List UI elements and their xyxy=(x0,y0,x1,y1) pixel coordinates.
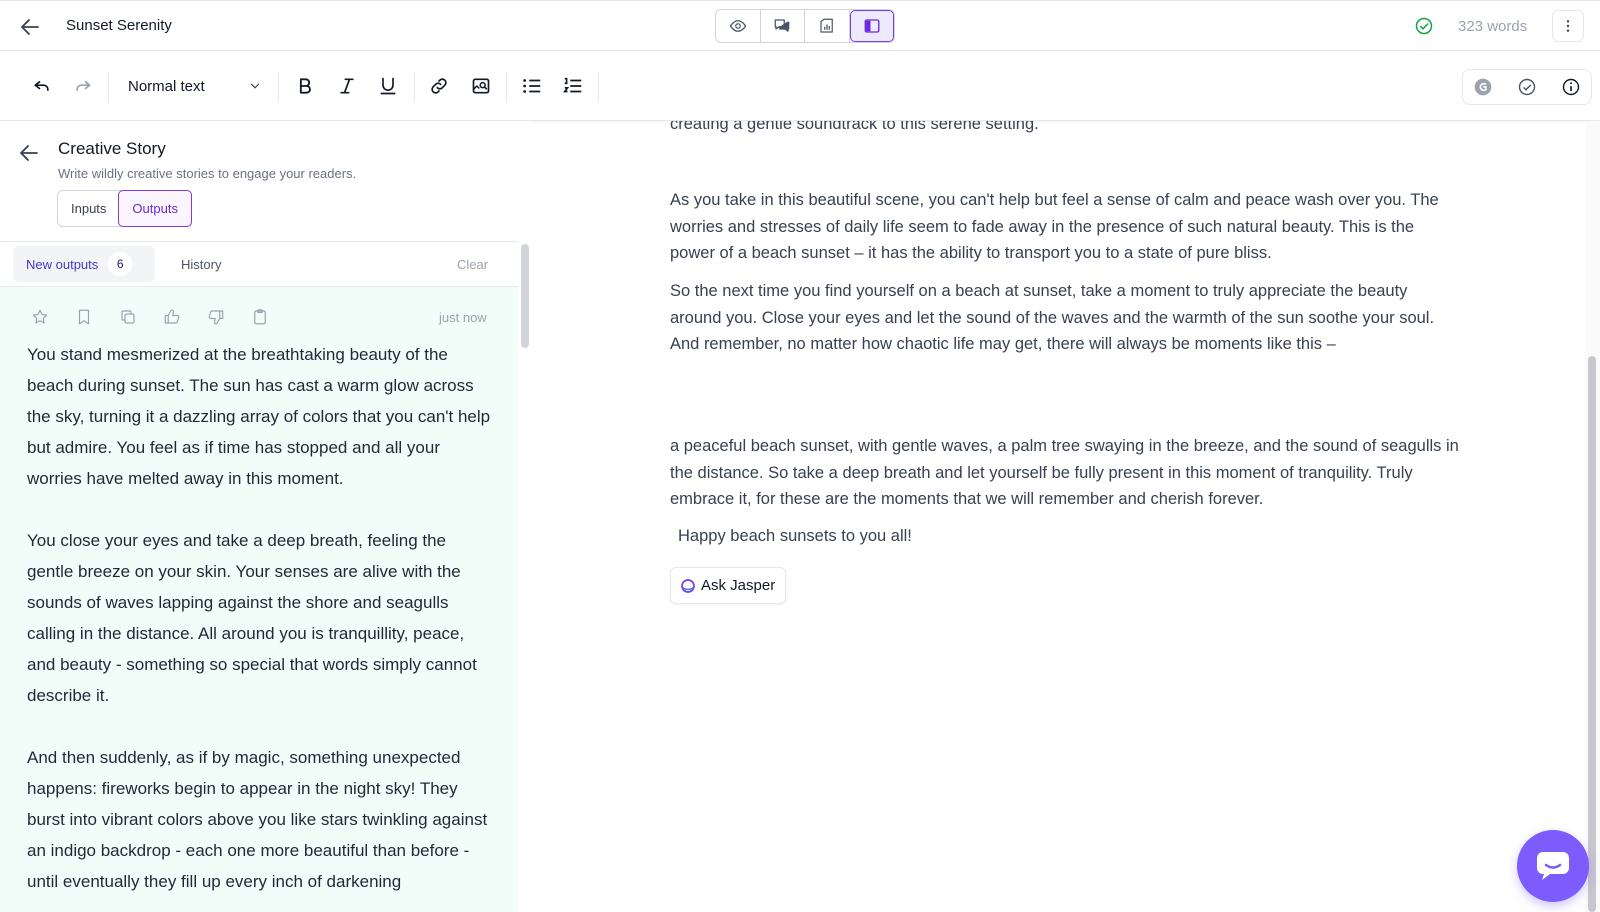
output-tabs: New outputs 6 History Clear xyxy=(0,241,518,287)
ask-jasper-button[interactable]: Ask Jasper xyxy=(670,567,787,604)
chevron-down-icon xyxy=(250,83,260,89)
tab-inputs[interactable]: Inputs xyxy=(58,191,119,226)
ask-jasper-label: Ask Jasper xyxy=(701,577,776,594)
preview-eye-icon[interactable] xyxy=(716,10,761,42)
output-paragraph: You stand mesmerized at the breathtaking… xyxy=(27,345,491,488)
chat-bubble-icon xyxy=(1537,852,1569,880)
tab-outputs[interactable]: Outputs xyxy=(118,190,192,227)
italic-icon[interactable] xyxy=(334,73,360,99)
output-paragraph: You close your eyes and take a deep brea… xyxy=(27,531,477,705)
editor-scrollbar[interactable] xyxy=(1588,356,1596,912)
clear-button[interactable]: Clear xyxy=(457,257,488,272)
underline-icon[interactable] xyxy=(375,73,401,99)
output-timestamp: just now xyxy=(439,310,487,325)
editor-paragraph: As you take in this beautiful scene, you… xyxy=(670,191,1439,262)
more-options-icon[interactable] xyxy=(1552,10,1584,42)
clipboard-icon[interactable] xyxy=(250,307,270,327)
info-icon[interactable] xyxy=(1555,71,1587,103)
star-icon[interactable] xyxy=(30,307,50,327)
editor-paragraph: So the next time you find yourself on a … xyxy=(670,282,1435,353)
thumbs-up-icon[interactable] xyxy=(162,307,182,327)
output-card: just now You stand mesmerized at the bre… xyxy=(0,287,518,912)
bold-icon[interactable] xyxy=(292,73,318,99)
output-paragraph: And then suddenly, as if by magic, somet… xyxy=(27,748,488,891)
text-style-value: Normal text xyxy=(128,77,205,95)
template-panel: Creative Story Write wildly creative sto… xyxy=(0,121,532,912)
document-title[interactable]: Sunset Serenity xyxy=(66,17,172,34)
panel-scrollbar-track xyxy=(518,121,532,912)
jasper-logo-icon xyxy=(681,578,695,593)
view-mode-group xyxy=(715,9,895,43)
editor-paragraph: creating a gentle soundtrack to this ser… xyxy=(670,121,1039,133)
panel-back-arrow-icon[interactable] xyxy=(17,141,41,165)
plagiarism-check-icon[interactable] xyxy=(1511,71,1543,103)
output-text[interactable]: You stand mesmerized at the breathtaking… xyxy=(27,339,497,912)
saved-status-check-icon xyxy=(1407,10,1441,42)
chat-bubbles-icon[interactable] xyxy=(761,10,805,42)
output-actions xyxy=(30,307,270,327)
new-outputs-label: New outputs xyxy=(26,256,99,272)
bullet-list-icon[interactable] xyxy=(519,73,545,99)
text-style-select[interactable]: Normal text xyxy=(120,71,270,101)
grammarly-icon[interactable] xyxy=(1467,71,1499,103)
chat-support-button[interactable] xyxy=(1517,830,1589,902)
editor-paragraph: a peaceful beach sunset, with gentle wav… xyxy=(670,437,1459,508)
formatting-toolbar: Normal text xyxy=(0,51,1600,121)
tab-new-outputs[interactable]: New outputs 6 xyxy=(13,246,155,282)
inputs-outputs-toggle: Inputs Outputs xyxy=(57,190,192,227)
image-search-icon[interactable] xyxy=(468,73,494,99)
undo-icon[interactable] xyxy=(29,73,55,99)
word-count: 323 words xyxy=(1458,18,1528,35)
link-icon[interactable] xyxy=(426,73,452,99)
editor-paragraph: Happy beach sunsets to you all! xyxy=(678,527,912,545)
back-arrow-icon[interactable] xyxy=(18,15,42,39)
document-editor[interactable]: creating a gentle soundtrack to this ser… xyxy=(533,121,1585,912)
panel-layout-icon[interactable] xyxy=(849,10,894,42)
copy-icon[interactable] xyxy=(118,307,138,327)
top-bar: Sunset Serenity 323 words xyxy=(0,0,1600,51)
tab-history[interactable]: History xyxy=(181,257,221,272)
numbered-list-icon[interactable] xyxy=(560,73,586,99)
thumbs-down-icon[interactable] xyxy=(206,307,226,327)
template-title: Creative Story xyxy=(58,139,166,158)
redo-icon[interactable] xyxy=(70,73,96,99)
template-subtitle: Write wildly creative stories to engage … xyxy=(58,166,357,181)
bookmark-icon[interactable] xyxy=(74,307,94,327)
new-outputs-count-badge: 6 xyxy=(108,252,133,276)
panel-scrollbar[interactable] xyxy=(521,244,529,348)
seo-chart-icon[interactable] xyxy=(805,10,850,42)
